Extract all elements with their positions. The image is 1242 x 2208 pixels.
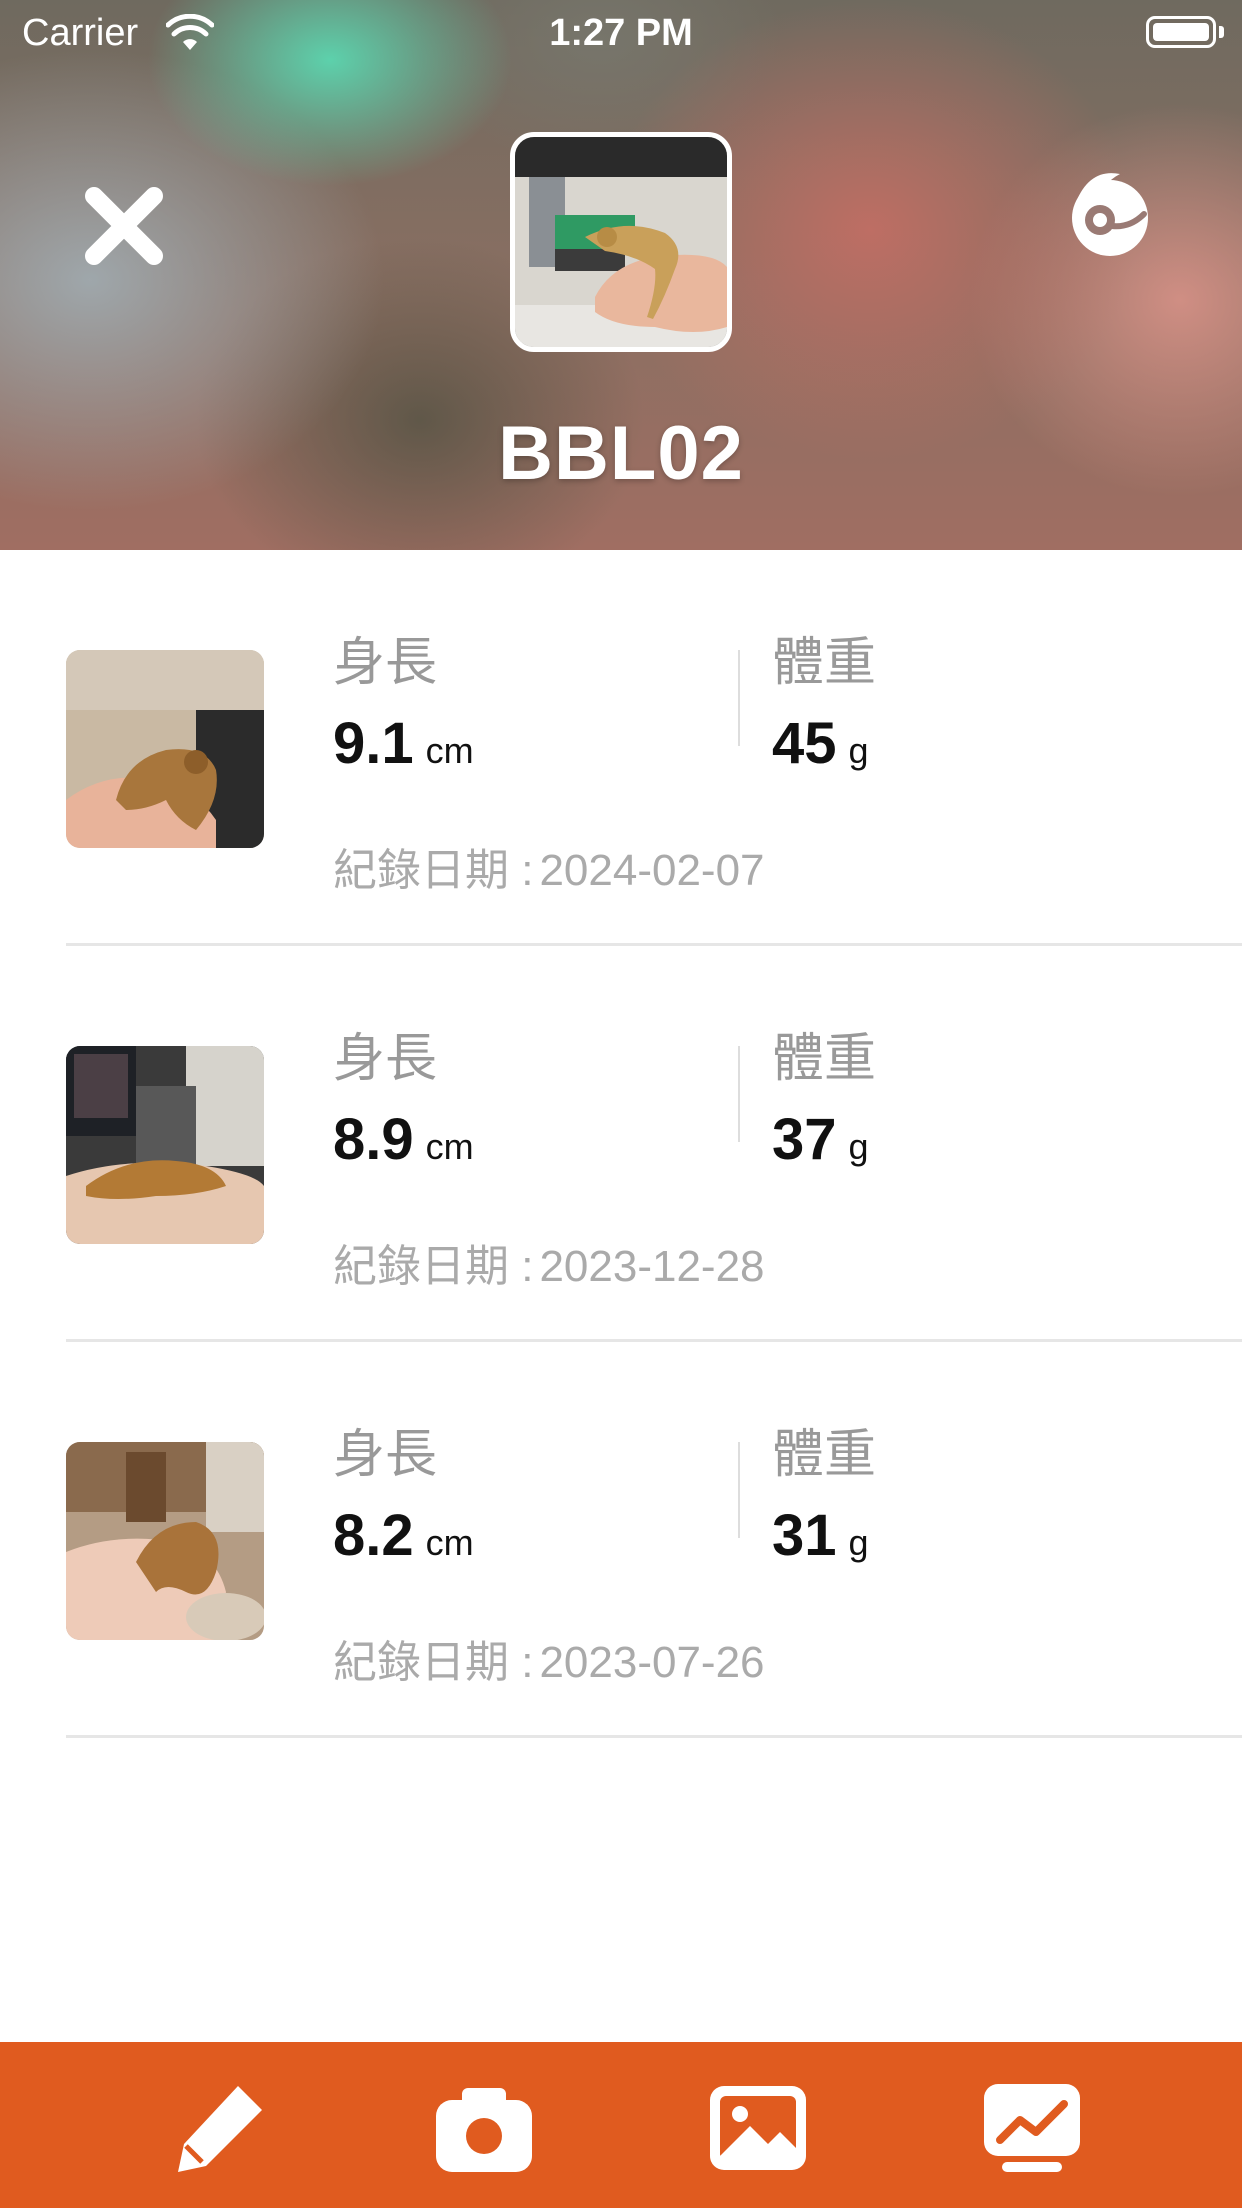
length-label: 身長 — [333, 1030, 438, 1088]
length-label: 身長 — [333, 634, 438, 692]
chart-icon[interactable] — [980, 2076, 1084, 2180]
weight-label: 體重 — [772, 1426, 877, 1484]
battery-tip — [1219, 26, 1224, 38]
column-divider — [738, 1442, 740, 1538]
record-thumbnail[interactable] — [66, 1442, 264, 1640]
record-date: 紀錄日期 :2023-07-26 — [333, 1638, 765, 1687]
record-date: 紀錄日期 :2023-12-28 — [333, 1242, 765, 1291]
length-value: 8.9 cm — [333, 1107, 474, 1172]
length-label: 身長 — [333, 1426, 438, 1484]
length-value: 8.2 cm — [333, 1503, 474, 1568]
column-divider — [738, 1046, 740, 1142]
growth-record-list: 身長 體重 9.1 cm 45 g 紀錄日期 :2024-02-07 身長 體重 8… — [0, 550, 1242, 1738]
weight-label: 體重 — [772, 1030, 877, 1088]
row-divider — [66, 1735, 1242, 1738]
list-item[interactable]: 身長 體重 9.1 cm 45 g 紀錄日期 :2024-02-07 — [0, 550, 1242, 946]
weight-value: 45 g — [772, 711, 869, 776]
list-item[interactable]: 身長 體重 8.2 cm 31 g 紀錄日期 :2023-07-26 — [0, 1342, 1242, 1738]
weight-label: 體重 — [772, 634, 877, 692]
status-time: 1:27 PM — [549, 12, 693, 54]
pet-avatar[interactable] — [510, 132, 732, 352]
profile-header: Carrier 1:27 PM BBL02 — [0, 0, 1242, 550]
pet-name-title: BBL02 — [498, 411, 744, 496]
pencil-icon[interactable] — [168, 2076, 272, 2180]
column-divider — [738, 650, 740, 746]
battery-icon — [1146, 16, 1216, 48]
gallery-icon[interactable] — [706, 2076, 810, 2180]
weight-value: 31 g — [772, 1503, 869, 1568]
list-item[interactable]: 身長 體重 8.9 cm 37 g 紀錄日期 :2023-12-28 — [0, 946, 1242, 1342]
camera-icon[interactable] — [432, 2076, 536, 2180]
close-icon[interactable] — [82, 184, 166, 268]
weight-value: 37 g — [772, 1107, 869, 1172]
length-value: 9.1 cm — [333, 711, 474, 776]
chameleon-icon[interactable] — [1060, 164, 1152, 260]
avatar-photo — [515, 137, 727, 347]
record-thumbnail[interactable] — [66, 650, 264, 848]
record-thumbnail[interactable] — [66, 1046, 264, 1244]
record-date: 紀錄日期 :2024-02-07 — [333, 846, 765, 895]
status-bar: Carrier 1:27 PM — [0, 0, 1242, 66]
bottom-toolbar — [0, 2042, 1242, 2208]
